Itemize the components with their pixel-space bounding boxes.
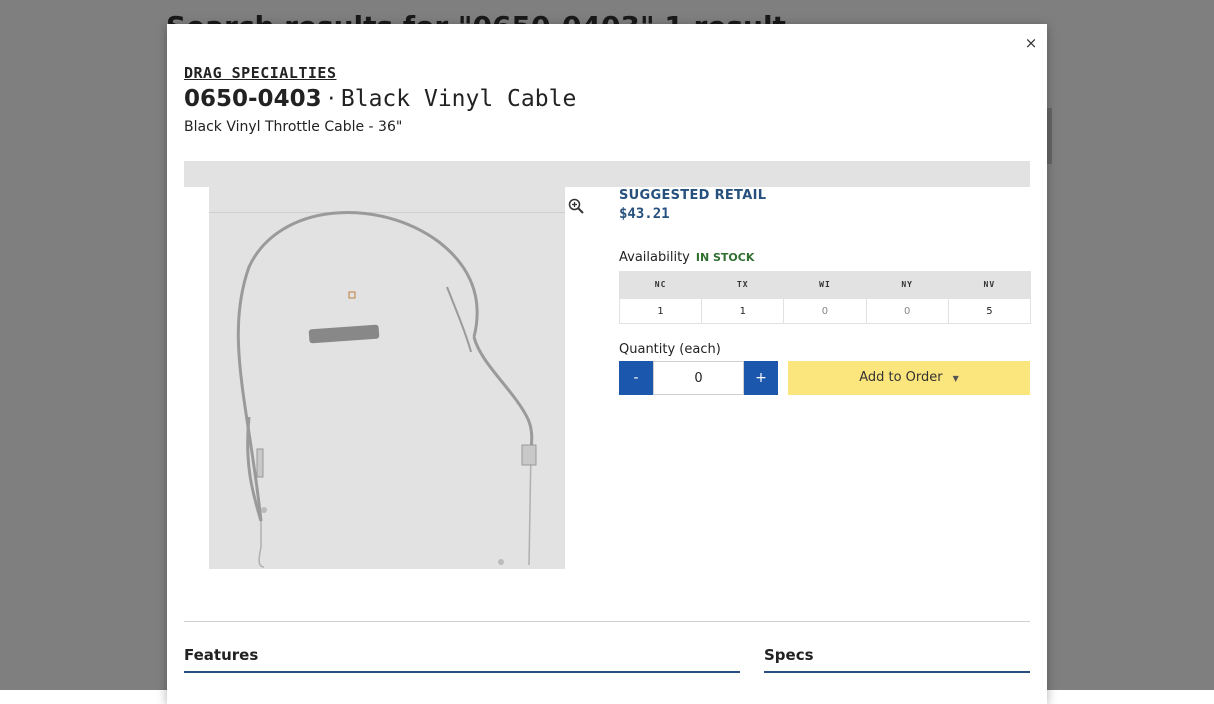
quantity-label: Quantity (each) (619, 342, 721, 357)
availability-row: Availability IN STOCK (619, 250, 754, 265)
availability-status: IN STOCK (695, 251, 755, 264)
zoom-in-icon[interactable] (568, 198, 584, 214)
product-modal: × DRAG SPECIALTIES 0650-0403 · Black Vinyl… (167, 24, 1047, 704)
quantity-decrement-button[interactable]: - (619, 361, 653, 395)
brand-link[interactable]: DRAG SPECIALTIES (184, 64, 337, 82)
warehouse-qty: 5 (947, 298, 1032, 324)
warehouse-code: NV (983, 280, 996, 289)
warehouse-code: WI (819, 280, 831, 289)
chevron-down-icon: ▼ (952, 374, 959, 383)
availability-label: Availability (619, 250, 690, 265)
part-name: Black Vinyl Cable (340, 86, 577, 112)
add-to-order-button[interactable]: Add to Order ▼ (788, 361, 1030, 395)
image-header-band (184, 161, 1030, 187)
warehouse-qty: 0 (865, 298, 949, 324)
close-icon[interactable]: × (1022, 34, 1040, 52)
price: $43.21 (619, 206, 670, 222)
warehouse-qty: 1 (618, 298, 703, 324)
warehouse-stock-table: NC TX WI NY NV 1 1 0 0 5 (618, 271, 1032, 324)
product-subtitle: Black Vinyl Throttle Cable - 36" (184, 119, 403, 135)
section-divider (184, 621, 1030, 622)
throttle-cable-image (236, 210, 537, 568)
warehouse-code: NY (901, 280, 913, 289)
quantity-increment-button[interactable]: + (744, 361, 778, 395)
warehouse-code: TX (736, 280, 749, 289)
product-image[interactable] (209, 187, 565, 569)
specs-underline (764, 671, 1030, 673)
product-title: 0650-0403 · Black Vinyl Cable (184, 86, 576, 112)
title-separator: · (327, 86, 335, 112)
quantity-input[interactable] (653, 361, 744, 395)
features-heading: Features (184, 646, 259, 664)
warehouse-header-row: NC TX WI NY NV (620, 271, 1031, 299)
add-to-order-label: Add to Order (859, 370, 943, 385)
part-number: 0650-0403 (184, 86, 322, 112)
warehouse-qty-row: 1 1 0 0 5 (618, 298, 1032, 324)
features-underline (184, 671, 740, 673)
warehouse-code: NC (654, 280, 667, 289)
specs-heading: Specs (764, 646, 814, 664)
warehouse-qty: 0 (783, 298, 867, 324)
suggested-retail-label: SUGGESTED RETAIL (619, 188, 767, 203)
warehouse-qty: 1 (701, 298, 785, 324)
